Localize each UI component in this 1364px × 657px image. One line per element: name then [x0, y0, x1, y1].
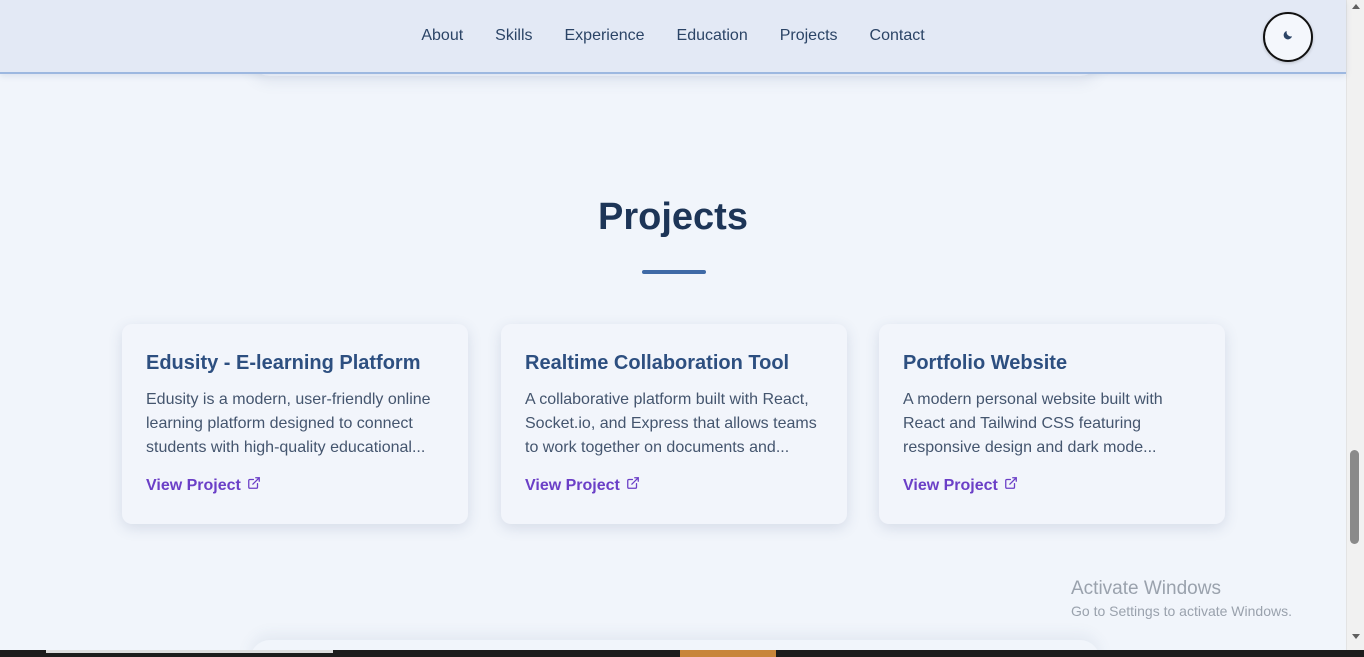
taskbar-edge	[0, 650, 1364, 657]
view-project-link[interactable]: View Project	[146, 476, 261, 495]
theme-toggle-button[interactable]	[1263, 12, 1313, 62]
nav-links: About Skills Experience Education Projec…	[0, 0, 1346, 72]
project-title: Realtime Collaboration Tool	[525, 352, 790, 374]
moon-icon	[1282, 28, 1294, 46]
scroll-thumb[interactable]	[1350, 450, 1359, 544]
taskbar-item	[46, 650, 333, 653]
project-description: Edusity is a modern, user-friendly onlin…	[146, 391, 431, 456]
taskbar-item-active	[680, 650, 776, 657]
page: About Skills Experience Education Projec…	[0, 0, 1364, 657]
project-title: Portfolio Website	[903, 352, 1068, 374]
external-link-icon	[1004, 476, 1018, 495]
scroll-down-arrow-icon[interactable]	[1352, 634, 1360, 639]
projects-heading: Projects	[598, 196, 748, 238]
project-card-collaboration: Realtime Collaboration Tool A collaborat…	[501, 324, 847, 524]
scroll-up-arrow-icon[interactable]	[1352, 4, 1360, 9]
windows-activation-watermark: Activate Windows Go to Settings to activ…	[1071, 578, 1292, 621]
project-description: A collaborative platform built with Reac…	[525, 391, 817, 456]
nav-link-experience[interactable]: Experience	[565, 27, 645, 45]
watermark-subtitle: Go to Settings to activate Windows.	[1071, 603, 1292, 619]
nav-link-about[interactable]: About	[421, 27, 463, 45]
view-project-label: View Project	[146, 476, 241, 494]
external-link-icon	[626, 476, 640, 495]
navbar: About Skills Experience Education Projec…	[0, 0, 1346, 74]
view-project-label: View Project	[903, 476, 998, 494]
nav-link-skills[interactable]: Skills	[495, 27, 532, 45]
external-link-icon	[247, 476, 261, 495]
watermark-title: Activate Windows	[1071, 578, 1221, 599]
view-project-link[interactable]: View Project	[903, 476, 1018, 495]
project-description: A modern personal website built with Rea…	[903, 391, 1163, 456]
project-card-portfolio: Portfolio Website A modern personal webs…	[879, 324, 1225, 524]
nav-link-projects[interactable]: Projects	[780, 27, 838, 45]
project-title: Edusity - E-learning Platform	[146, 352, 421, 374]
nav-link-contact[interactable]: Contact	[870, 27, 925, 45]
project-card-edusity: Edusity - E-learning Platform Edusity is…	[122, 324, 468, 524]
view-project-link[interactable]: View Project	[525, 476, 640, 495]
heading-underline	[642, 270, 706, 274]
vertical-scrollbar[interactable]	[1346, 0, 1364, 650]
view-project-label: View Project	[525, 476, 620, 494]
nav-link-education[interactable]: Education	[677, 27, 748, 45]
